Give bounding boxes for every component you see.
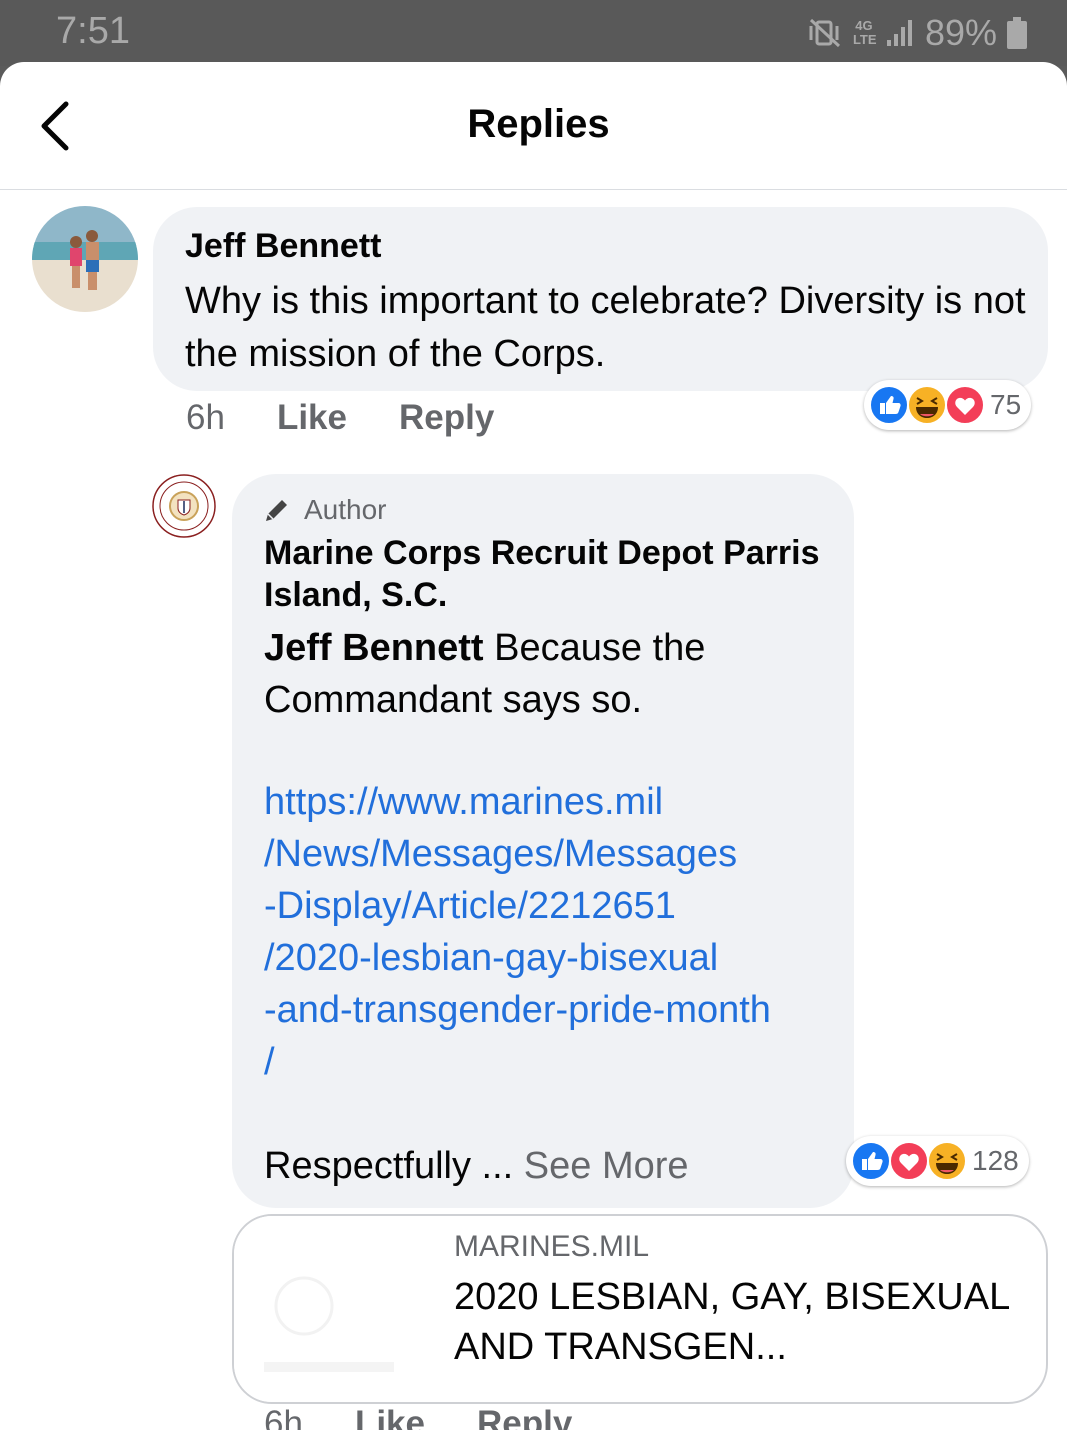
like-button[interactable]: Like [277,398,347,438]
love-icon [945,385,985,425]
reaction-count: 128 [972,1145,1019,1176]
reply-like-button[interactable]: Like [355,1404,425,1430]
mention-link[interactable]: Jeff Bennett [264,627,484,669]
comment-text: Why is this important to celebrate? Dive… [185,280,1026,375]
ellipsis: ... [470,1145,524,1187]
avatar[interactable] [32,206,138,312]
battery-icon [1007,17,1027,49]
comment-actions: 6h Like Reply [186,398,494,438]
status-time: 7:51 [56,10,130,52]
url-line: -Display/Article/2212651 [264,885,676,927]
haha-icon [907,385,947,425]
url-line: https://www.marines.mil [264,781,664,823]
reply-button[interactable]: Reply [399,398,494,438]
header: Replies [0,62,1067,190]
comment-author[interactable]: Jeff Bennett [185,227,381,266]
reply-reply-button[interactable]: Reply [477,1404,572,1430]
love-icon [889,1141,929,1181]
see-more-link[interactable]: See More [524,1145,689,1187]
link-preview-card[interactable]: MARINES.MIL 2020 LESBIAN, GAY, BISEXUAL … [232,1214,1048,1404]
reply-reactions-summary[interactable]: 128 [846,1136,1029,1186]
reply-actions: 6h Like Reply [264,1404,572,1430]
comment-time: 6h [186,398,225,437]
like-icon [851,1141,891,1181]
url-line: -and-transgender-pride-month [264,989,771,1031]
reply-text: Jeff Bennett Because the Commandant says… [264,622,839,726]
author-badge: Author [262,494,387,526]
comment-bubble[interactable]: Jeff Bennett Why is this important to ce… [153,207,1048,391]
vibrate-mute-icon [809,18,840,48]
pencil-icon [266,500,287,521]
signal-icon [886,20,912,46]
reply-author[interactable]: Marine Corps Recruit Depot Parris Island… [264,532,824,616]
link-thumbnail [234,1216,422,1402]
like-icon [869,385,909,425]
url-line: /2020-lesbian-gay-bisexual [264,937,719,979]
url-line: /News/Messages/Messages [264,833,738,875]
page-avatar[interactable] [152,474,216,538]
url-line: / [264,1041,275,1083]
status-icons: 4G LTE 89% [807,12,1027,54]
link-title: 2020 LESBIAN, GAY, BISEXUAL AND TRANSGEN… [454,1276,1009,1368]
network-type: 4G LTE [852,18,877,47]
status-bar: 7:51 4G LTE 89% [0,0,1067,66]
reply-truncated: Respectfully ... See More [264,1140,689,1192]
reaction-count: 75 [990,389,1022,420]
reply-url[interactable]: https://www.marines.mil /News/Messages/M… [264,776,839,1088]
truncated-text: Respectfully [264,1145,471,1187]
reply-time: 6h [264,1404,303,1430]
link-domain: MARINES.MIL [454,1230,650,1263]
author-badge-label: Author [304,494,387,525]
page-title: Replies [467,102,610,146]
replies-sheet: Replies Jeff Bennett Why is this importa… [0,62,1067,1430]
reply-bubble[interactable]: Author Marine Corps Recruit Depot Parris… [232,474,854,1208]
battery-percent: 89% [924,12,997,53]
reactions-summary[interactable]: 75 [864,380,1032,430]
haha-icon [927,1141,967,1181]
